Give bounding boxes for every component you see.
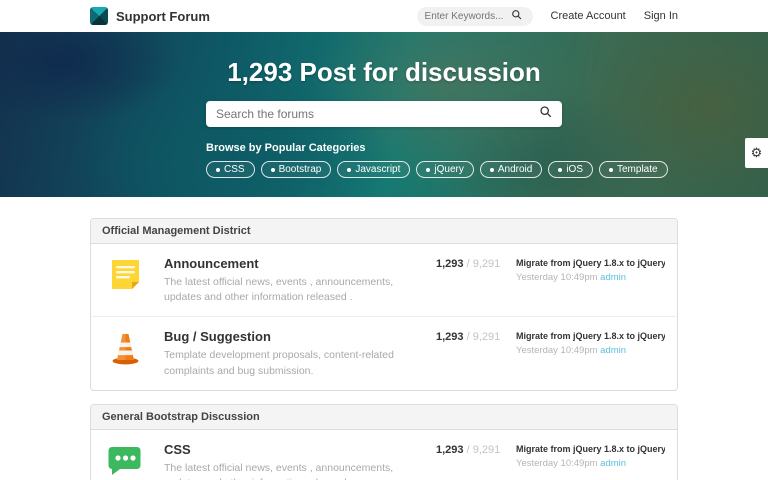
category-pill-android[interactable]: Android: [480, 161, 542, 178]
category-pill-template[interactable]: Template: [599, 161, 668, 178]
forum-title[interactable]: Announcement: [164, 256, 424, 271]
forum-description: The latest official news, events , annou…: [164, 275, 424, 305]
forum-title[interactable]: Bug / Suggestion: [164, 329, 424, 344]
sticky-note-icon: [107, 256, 144, 293]
latest-post: Migrate from jQuery 1.8.x to jQuery 2.0.…: [516, 442, 665, 480]
brand-name: Support Forum: [116, 9, 210, 24]
bullet-dot-icon: [558, 168, 562, 172]
category-pill-label: CSS: [224, 164, 245, 175]
bullet-dot-icon: [490, 168, 494, 172]
category-pill-label: iOS: [566, 164, 583, 175]
search-icon[interactable]: [511, 7, 522, 25]
forum-description: Template development proposals, content-…: [164, 348, 424, 378]
category-pill-bootstrap[interactable]: Bootstrap: [261, 161, 332, 178]
latest-post-author-link[interactable]: admin: [600, 458, 626, 469]
settings-button[interactable]: ⚙: [745, 138, 768, 168]
browse-categories-label: Browse by Popular Categories: [206, 142, 562, 154]
category-pill-ios[interactable]: iOS: [548, 161, 593, 178]
section-official-management: Official Management District Announcemen…: [90, 218, 678, 391]
post-count: 1,293: [436, 331, 464, 343]
post-count: 1,293: [436, 258, 464, 270]
bullet-dot-icon: [271, 168, 275, 172]
bullet-dot-icon: [426, 168, 430, 172]
forum-row-announcement[interactable]: Announcement The latest official news, e…: [91, 244, 677, 317]
forum-stats: 1,293 / 9,291: [436, 329, 516, 378]
latest-post-time: Yesterday 10:49pm: [516, 272, 598, 283]
hero-banner: 1,293 Post for discussion Browse by Popu…: [0, 32, 768, 197]
stat-separator: /: [467, 258, 470, 270]
navbar-search-input[interactable]: [425, 11, 511, 22]
category-pill-jquery[interactable]: jQuery: [416, 161, 473, 178]
section-general-bootstrap: General Bootstrap Discussion CSS The lat…: [90, 404, 678, 480]
forum-stats: 1,293 / 9,291: [436, 442, 516, 480]
forum-row-css[interactable]: CSS The latest official news, events , a…: [91, 430, 677, 480]
stat-separator: /: [467, 331, 470, 343]
forum-description: The latest official news, events , annou…: [164, 461, 424, 480]
latest-post-time: Yesterday 10:49pm: [516, 458, 598, 469]
category-pills: CSS Bootstrap Javascript jQuery Android …: [206, 161, 562, 178]
sign-in-link[interactable]: Sign In: [644, 10, 678, 22]
reply-count: 9,291: [473, 444, 501, 456]
section-header: Official Management District: [91, 219, 677, 244]
category-pill-label: Android: [498, 164, 532, 175]
category-pill-label: Bootstrap: [279, 164, 322, 175]
post-count: 1,293: [436, 444, 464, 456]
top-navbar: Support Forum Create Account Sign In: [0, 0, 768, 32]
navbar-search[interactable]: [417, 7, 533, 26]
chat-bubble-icon: [107, 442, 144, 479]
latest-post: Migrate from jQuery 1.8.x to jQuery 2.0.…: [516, 256, 665, 305]
latest-post-author-link[interactable]: admin: [600, 272, 626, 283]
forum-search-input[interactable]: [216, 107, 539, 121]
bullet-dot-icon: [347, 168, 351, 172]
latest-post-meta: Yesterday 10:49pm admin: [516, 458, 665, 469]
category-pill-css[interactable]: CSS: [206, 161, 255, 178]
search-icon[interactable]: [539, 105, 552, 123]
latest-post-meta: Yesterday 10:49pm admin: [516, 345, 665, 356]
stat-separator: /: [467, 444, 470, 456]
brand[interactable]: Support Forum: [90, 7, 210, 25]
category-pill-label: Template: [617, 164, 658, 175]
forum-stats: 1,293 / 9,291: [436, 256, 516, 305]
latest-post-meta: Yesterday 10:49pm admin: [516, 272, 665, 283]
latest-post-title[interactable]: Migrate from jQuery 1.8.x to jQuery 2.0.…: [516, 258, 665, 268]
latest-post-author-link[interactable]: admin: [600, 345, 626, 356]
section-header: General Bootstrap Discussion: [91, 405, 677, 430]
bullet-dot-icon: [609, 168, 613, 172]
latest-post-title[interactable]: Migrate from jQuery 1.8.x to jQuery 2.0.…: [516, 444, 665, 454]
forum-row-bug-suggestion[interactable]: Bug / Suggestion Template development pr…: [91, 317, 677, 389]
brand-logo-icon: [90, 7, 108, 25]
category-pill-javascript[interactable]: Javascript: [337, 161, 410, 178]
category-pill-label: jQuery: [434, 164, 463, 175]
forum-content: Official Management District Announcemen…: [90, 218, 678, 480]
forum-title[interactable]: CSS: [164, 442, 424, 457]
gear-icon: ⚙: [751, 145, 763, 161]
latest-post-time: Yesterday 10:49pm: [516, 345, 598, 356]
forum-search[interactable]: [206, 101, 562, 127]
reply-count: 9,291: [473, 258, 501, 270]
reply-count: 9,291: [473, 331, 501, 343]
latest-post: Migrate from jQuery 1.8.x to jQuery 2.0.…: [516, 329, 665, 378]
latest-post-title[interactable]: Migrate from jQuery 1.8.x to jQuery 2.0.…: [516, 331, 665, 341]
hero-title: 1,293 Post for discussion: [206, 57, 562, 88]
bullet-dot-icon: [216, 168, 220, 172]
create-account-link[interactable]: Create Account: [551, 10, 626, 22]
traffic-cone-icon: [107, 329, 144, 366]
category-pill-label: Javascript: [355, 164, 400, 175]
